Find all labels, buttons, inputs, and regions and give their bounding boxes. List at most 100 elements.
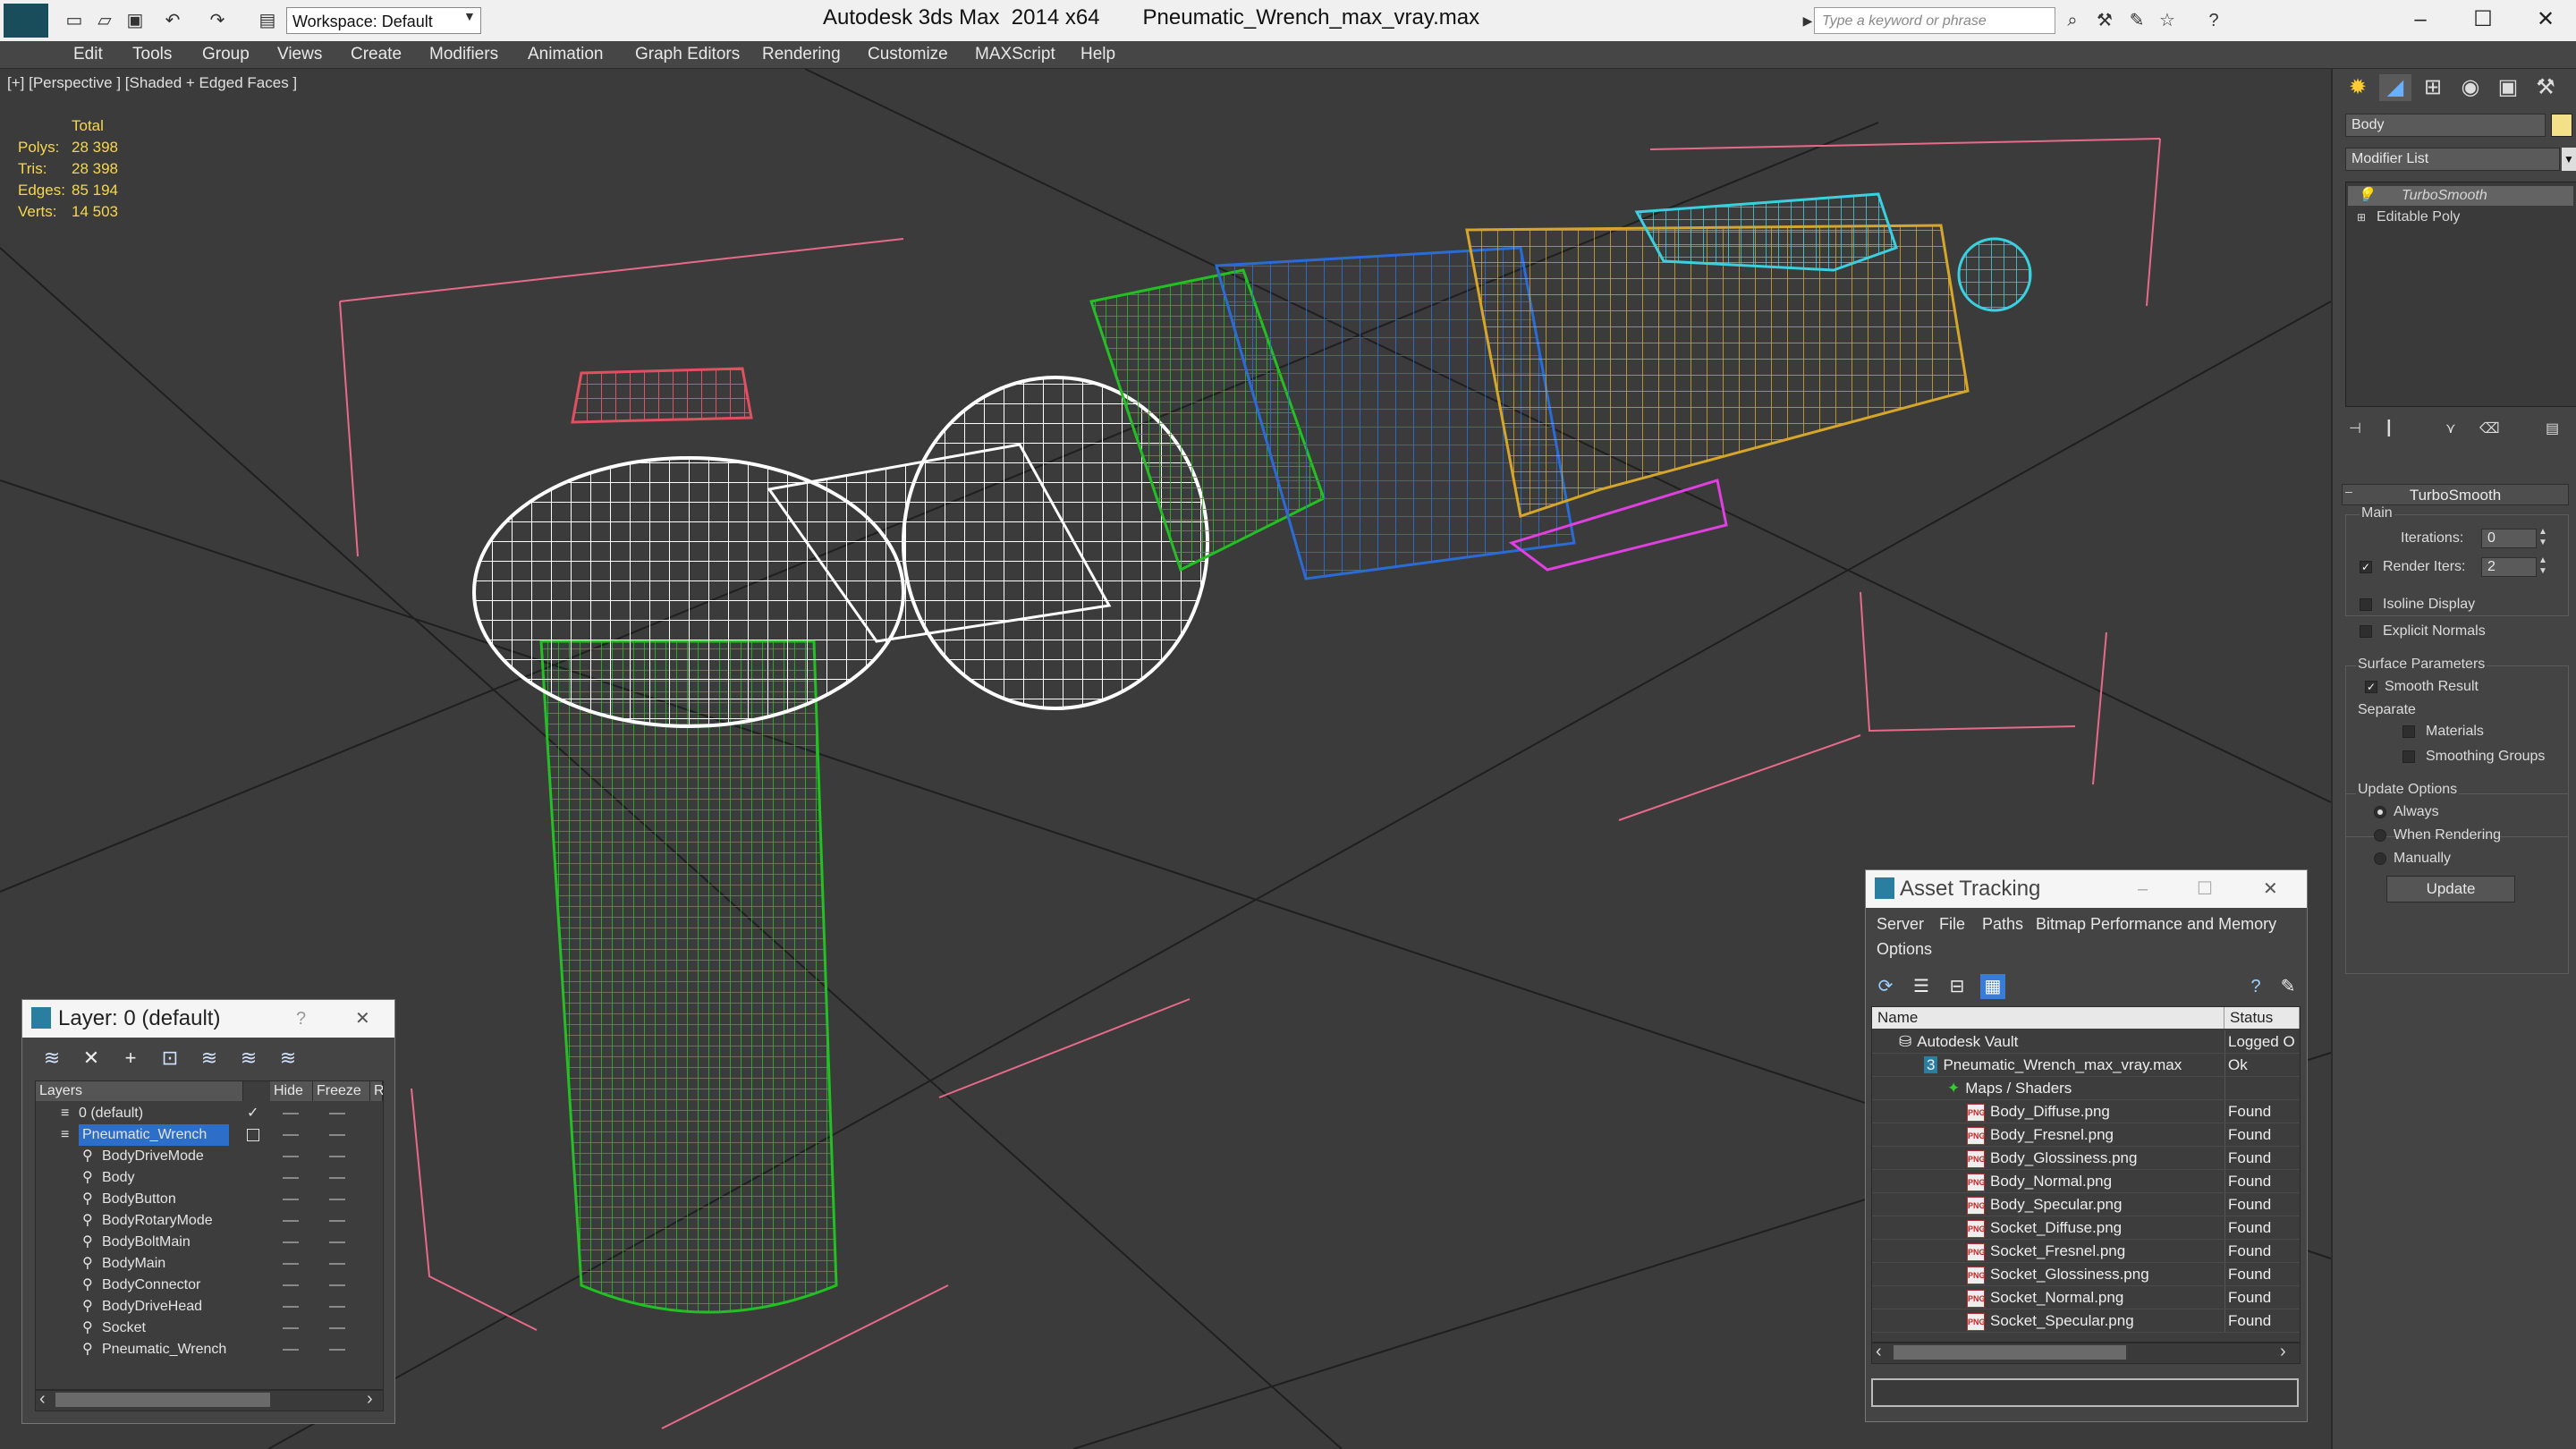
object-color-swatch[interactable] xyxy=(2551,114,2572,137)
vault-settings-icon[interactable]: ✎ xyxy=(2275,974,2301,999)
highlight-layer-icon[interactable]: ≋ xyxy=(198,1046,221,1070)
favorites-star-icon[interactable]: ☆ xyxy=(2156,9,2179,32)
redo-icon[interactable]: ↷ xyxy=(206,9,229,32)
undo-icon[interactable]: ↶ xyxy=(161,9,184,32)
materials-checkbox[interactable] xyxy=(2402,725,2415,738)
stack-item-editable-poly[interactable]: ⊞ Editable Poly xyxy=(2348,208,2573,227)
new-file-icon[interactable]: ▭ xyxy=(63,9,86,32)
menu-views[interactable]: Views xyxy=(277,45,322,64)
scroll-right-icon[interactable]: › xyxy=(2280,1342,2286,1362)
asset-menu-file[interactable]: File xyxy=(1939,915,1965,934)
stack-item-turbosmooth[interactable]: 💡 TurboSmooth xyxy=(2348,186,2573,206)
manually-radio[interactable] xyxy=(2374,852,2386,865)
hide-all-layers-icon[interactable]: ≋ xyxy=(237,1046,260,1070)
asset-menu-server[interactable]: Server xyxy=(1877,915,1924,934)
col-layers[interactable]: Layers xyxy=(36,1081,243,1101)
create-layer-icon[interactable]: ≋ xyxy=(40,1046,64,1070)
show-end-result-icon[interactable]: ┃ xyxy=(2385,419,2394,437)
vault-help-icon[interactable]: ? xyxy=(2243,974,2268,999)
object-row[interactable]: ⚲ BodyBoltMain xyxy=(36,1232,383,1253)
asset-menu-bitmap[interactable]: Bitmap Performance and Memory xyxy=(2036,915,2276,934)
asset-horizontal-scrollbar[interactable]: ‹ › xyxy=(1871,1342,2301,1364)
maximize-button[interactable]: ☐ xyxy=(2456,2,2510,38)
object-row[interactable]: ⚲ Body xyxy=(36,1167,383,1189)
menu-maxscript[interactable]: MAXScript xyxy=(975,45,1055,64)
iterations-spinner[interactable]: 0 xyxy=(2481,529,2537,548)
chevron-down-icon[interactable]: ▼ xyxy=(463,9,479,32)
modifier-stack[interactable]: 💡 TurboSmooth ⊞ Editable Poly xyxy=(2345,182,2576,407)
asset-row[interactable]: PNG Body_Fresnel.png Found xyxy=(1872,1123,2300,1147)
make-unique-icon[interactable]: ⋎ xyxy=(2445,419,2456,437)
col-hide[interactable]: Hide xyxy=(270,1081,313,1101)
asset-row[interactable]: PNG Socket_Specular.png Found xyxy=(1872,1309,2300,1333)
scroll-thumb[interactable] xyxy=(1894,1345,2126,1360)
update-button[interactable]: Update xyxy=(2386,876,2515,902)
viewport-label[interactable]: [+] [Perspective ] [Shaded + Edged Faces… xyxy=(7,74,297,92)
scroll-left-icon[interactable]: ‹ xyxy=(39,1389,46,1410)
chevron-down-icon[interactable]: ▼ xyxy=(2562,148,2576,171)
asset-row[interactable]: PNG Socket_Fresnel.png Found xyxy=(1872,1240,2300,1263)
asset-row[interactable]: PNG Body_Diffuse.png Found xyxy=(1872,1100,2300,1123)
menu-rendering[interactable]: Rendering xyxy=(762,45,841,64)
asset-row[interactable]: PNG Body_Specular.png Found xyxy=(1872,1193,2300,1216)
set-current-box-icon[interactable] xyxy=(247,1129,259,1141)
scroll-right-icon[interactable]: › xyxy=(367,1389,373,1410)
menu-help[interactable]: Help xyxy=(1080,45,1115,64)
asset-row[interactable]: PNG Body_Glossiness.png Found xyxy=(1872,1147,2300,1170)
freeze-all-layers-icon[interactable]: ≋ xyxy=(276,1046,300,1070)
col-name[interactable]: Name xyxy=(1872,1007,2224,1029)
minimize-icon[interactable]: – xyxy=(2138,870,2148,908)
delete-layer-icon[interactable]: ✕ xyxy=(80,1046,103,1070)
asset-path-field[interactable] xyxy=(1871,1378,2299,1407)
object-row[interactable]: ⚲ BodyButton xyxy=(36,1189,383,1210)
help-icon[interactable]: ? xyxy=(2202,9,2225,32)
rollout-collapse-icon[interactable]: – xyxy=(2345,484,2352,498)
render-iters-spinner[interactable]: 2 xyxy=(2481,557,2537,577)
minimize-button[interactable]: – xyxy=(2394,2,2447,38)
object-row[interactable]: ⚲ BodyDriveMode xyxy=(36,1146,383,1167)
layer-row[interactable]: ≡ 0 (default) ✓ xyxy=(36,1103,383,1124)
render-iters-checkbox[interactable]: ✓ xyxy=(2360,561,2372,573)
isoline-checkbox[interactable] xyxy=(2360,598,2372,611)
scroll-thumb[interactable] xyxy=(55,1393,270,1407)
asset-window-titlebar[interactable]: Asset Tracking – ☐ ✕ xyxy=(1866,870,2307,908)
asset-menu-options[interactable]: Options xyxy=(1877,940,1932,959)
select-objects-icon[interactable]: ⊡ xyxy=(158,1046,182,1070)
when-rendering-radio[interactable] xyxy=(2374,829,2386,842)
layer-window-titlebar[interactable]: Layer: 0 (default) ? ✕ xyxy=(22,1000,394,1038)
tree-view-icon[interactable]: ⊟ xyxy=(1945,974,1970,999)
menu-customize[interactable]: Customize xyxy=(868,45,948,64)
object-row[interactable]: ⚲ BodyMain xyxy=(36,1253,383,1275)
object-row[interactable]: ⚲ BodyRotaryMode xyxy=(36,1210,383,1232)
menu-animation[interactable]: Animation xyxy=(528,45,604,64)
list-view-icon[interactable]: ☰ xyxy=(1909,974,1934,999)
close-icon[interactable]: ✕ xyxy=(2263,870,2278,908)
menu-group[interactable]: Group xyxy=(202,45,250,64)
communication-icon[interactable]: ✎ xyxy=(2125,9,2148,32)
project-folder-icon[interactable]: ▤ xyxy=(256,9,279,32)
explicit-normals-checkbox[interactable] xyxy=(2360,625,2372,638)
display-tab-icon[interactable]: ▣ xyxy=(2492,74,2524,101)
save-file-icon[interactable]: ▣ xyxy=(123,9,147,32)
menu-tools[interactable]: Tools xyxy=(132,45,172,64)
lightbulb-icon[interactable]: 💡 xyxy=(2357,186,2375,206)
col-r[interactable]: R xyxy=(370,1081,383,1101)
spinner-arrows-icon[interactable]: ▲ ▼ xyxy=(2538,527,2547,548)
add-to-layer-icon[interactable]: + xyxy=(119,1046,142,1070)
current-layer-check-icon[interactable]: ✓ xyxy=(247,1103,258,1124)
configure-sets-icon[interactable]: ▤ xyxy=(2546,419,2559,437)
smooth-result-checkbox[interactable]: ✓ xyxy=(2365,681,2377,693)
modifier-list-dropdown[interactable]: Modifier List xyxy=(2345,148,2560,171)
open-file-icon[interactable]: ▱ xyxy=(93,9,116,32)
create-tab-icon[interactable]: ✹ xyxy=(2342,74,2374,101)
close-icon[interactable]: ✕ xyxy=(355,1000,370,1038)
menu-create[interactable]: Create xyxy=(351,45,402,64)
asset-row[interactable]: PNG Socket_Normal.png Found xyxy=(1872,1286,2300,1309)
asset-menu-paths[interactable]: Paths xyxy=(1982,915,2023,934)
menu-graph-editors[interactable]: Graph Editors xyxy=(635,45,740,64)
asset-row-scene[interactable]: 3 Pneumatic_Wrench_max_vray.max Ok xyxy=(1872,1054,2300,1077)
refresh-icon[interactable]: ⟳ xyxy=(1873,974,1898,999)
utilities-tab-icon[interactable]: ⚒ xyxy=(2529,74,2562,101)
asset-row[interactable]: PNG Socket_Glossiness.png Found xyxy=(1872,1263,2300,1286)
asset-row-vault[interactable]: ⛁ Autodesk Vault Logged O xyxy=(1872,1030,2300,1054)
